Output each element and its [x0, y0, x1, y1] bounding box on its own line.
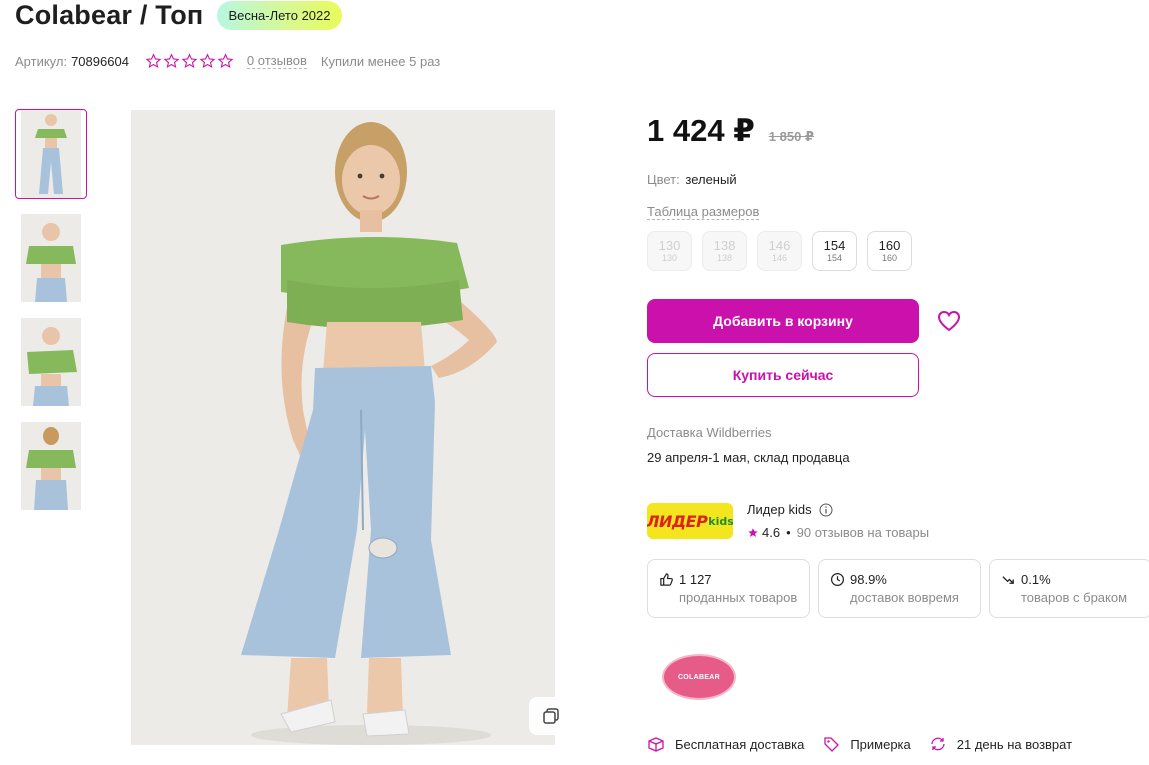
- size-selector: 130 130 138 138 146 146 154 154 160 160: [647, 231, 912, 271]
- size-sub-label: 146: [771, 253, 788, 263]
- seller-rating: 4.6 • 90 отзывов на товары: [747, 525, 929, 540]
- star-empty-icon: [181, 52, 198, 68]
- size-sub-label: 130: [661, 253, 678, 263]
- perk-label: Примерка: [850, 736, 911, 752]
- color-value: зеленый: [685, 172, 737, 187]
- size-option-146[interactable]: 146 146: [757, 231, 802, 271]
- thumbnail-3[interactable]: [15, 317, 87, 407]
- size-table-link[interactable]: Таблица размеров: [647, 204, 760, 220]
- clock-icon: [830, 572, 845, 587]
- thumbnail-2[interactable]: [15, 213, 87, 303]
- perk-return: 21 день на возврат: [929, 736, 1072, 752]
- thumbnail-1[interactable]: [15, 109, 87, 199]
- size-main-label: 154: [823, 238, 846, 253]
- thumbnail-list: [15, 109, 87, 525]
- stat-label: доставок вовремя: [850, 590, 959, 605]
- old-price: 1 850 ₽: [768, 129, 814, 144]
- size-main-label: 160: [878, 238, 901, 253]
- product-thumbnail-image: [21, 110, 81, 198]
- product-thumbnail-image: [21, 422, 81, 510]
- info-icon[interactable]: [819, 503, 833, 517]
- star-empty-icon: [163, 52, 180, 68]
- product-photo-image: [131, 110, 555, 745]
- stat-value: 0.1%: [1021, 572, 1051, 587]
- stat-value: 98.9%: [850, 572, 887, 587]
- star-filled-icon: [748, 527, 758, 537]
- stat-defects: 0.1% товаров с браком: [989, 559, 1149, 618]
- seller-rating-value: 4.6: [762, 525, 781, 540]
- brand-logo[interactable]: COLABEAR: [662, 654, 736, 700]
- product-thumbnail-image: [21, 318, 81, 406]
- buy-now-button[interactable]: Купить сейчас: [647, 353, 919, 397]
- size-main-label: 138: [713, 238, 736, 253]
- size-sub-label: 160: [881, 253, 898, 263]
- size-main-label: 146: [768, 238, 791, 253]
- seller-stats: 1 127 проданных товаров 98.9% доставок в…: [647, 559, 1149, 618]
- delivery-date: 29 апреля-1 мая, склад продавца: [647, 450, 850, 465]
- star-empty-icon: [217, 52, 234, 68]
- stat-on-time: 98.9% доставок вовремя: [818, 559, 981, 618]
- color-info: Цвет: зеленый: [647, 172, 737, 187]
- product-meta: Артикул: 70896604 0 отзывов Купили менее…: [15, 52, 440, 70]
- trend-down-icon: [1002, 576, 1014, 584]
- delivery-box-icon: [648, 737, 664, 752]
- reviews-link[interactable]: 0 отзывов: [246, 53, 307, 69]
- size-main-label: 130: [658, 238, 681, 253]
- current-price: 1 424 ₽: [647, 113, 755, 148]
- size-option-130[interactable]: 130 130: [647, 231, 692, 271]
- seller-name[interactable]: Лидер kids: [747, 502, 812, 517]
- perk-fitting: Примерка: [822, 736, 911, 752]
- seller-logo-kids: kids: [708, 514, 733, 528]
- favorite-button[interactable]: [933, 305, 965, 337]
- perks-row: Бесплатная доставка Примерка 21 день на …: [647, 736, 1090, 752]
- perk-free-delivery: Бесплатная доставка: [647, 736, 804, 752]
- bought-count: Купили менее 5 раз: [320, 53, 441, 69]
- seller-logo-word: ЛИДЕР: [647, 511, 708, 531]
- seller-reviews[interactable]: 90 отзывов на товары: [797, 525, 929, 540]
- star-empty-icon: [199, 52, 216, 68]
- thumbnail-4[interactable]: [15, 421, 87, 511]
- season-badge: Весна-Лето 2022: [217, 0, 342, 30]
- heart-icon: [937, 310, 961, 332]
- perk-label: Бесплатная доставка: [675, 736, 805, 752]
- size-option-154[interactable]: 154 154: [812, 231, 857, 271]
- stat-label: товаров с браком: [1021, 590, 1128, 605]
- size-sub-label: 138: [716, 253, 733, 263]
- main-product-photo[interactable]: [131, 110, 555, 745]
- thumbs-up-icon: [660, 573, 673, 586]
- size-option-138[interactable]: 138 138: [702, 231, 747, 271]
- delivery-label: Доставка Wildberries: [647, 425, 772, 440]
- article-label: Артикул:: [15, 53, 68, 69]
- separator-dot: •: [786, 525, 791, 540]
- copy-image-button[interactable]: [529, 697, 573, 735]
- rating-stars: [145, 52, 234, 70]
- star-empty-icon: [145, 52, 162, 68]
- brand-logo-text: COLABEAR: [677, 673, 721, 681]
- stat-label: проданных товаров: [679, 590, 798, 605]
- color-label: Цвет:: [647, 172, 680, 187]
- size-option-160[interactable]: 160 160: [867, 231, 912, 271]
- return-icon: [931, 737, 945, 751]
- seller-logo[interactable]: ЛИДЕР kids: [647, 503, 733, 539]
- copy-icon: [543, 708, 559, 724]
- article-value: 70896604: [71, 53, 129, 69]
- title-row: Colabear / Топ Весна-Лето 2022: [15, 0, 342, 30]
- seller-name-row: Лидер kids: [747, 502, 833, 517]
- stat-sold: 1 127 проданных товаров: [647, 559, 810, 618]
- price-block: 1 424 ₽ 1 850 ₽: [647, 113, 814, 149]
- product-title: Colabear / Топ: [15, 0, 204, 30]
- stat-value: 1 127: [679, 572, 712, 587]
- tag-icon: [824, 737, 840, 752]
- add-to-cart-button[interactable]: Добавить в корзину: [647, 299, 919, 343]
- perk-label: 21 день на возврат: [956, 736, 1073, 752]
- size-sub-label: 154: [826, 253, 843, 263]
- product-thumbnail-image: [21, 214, 81, 302]
